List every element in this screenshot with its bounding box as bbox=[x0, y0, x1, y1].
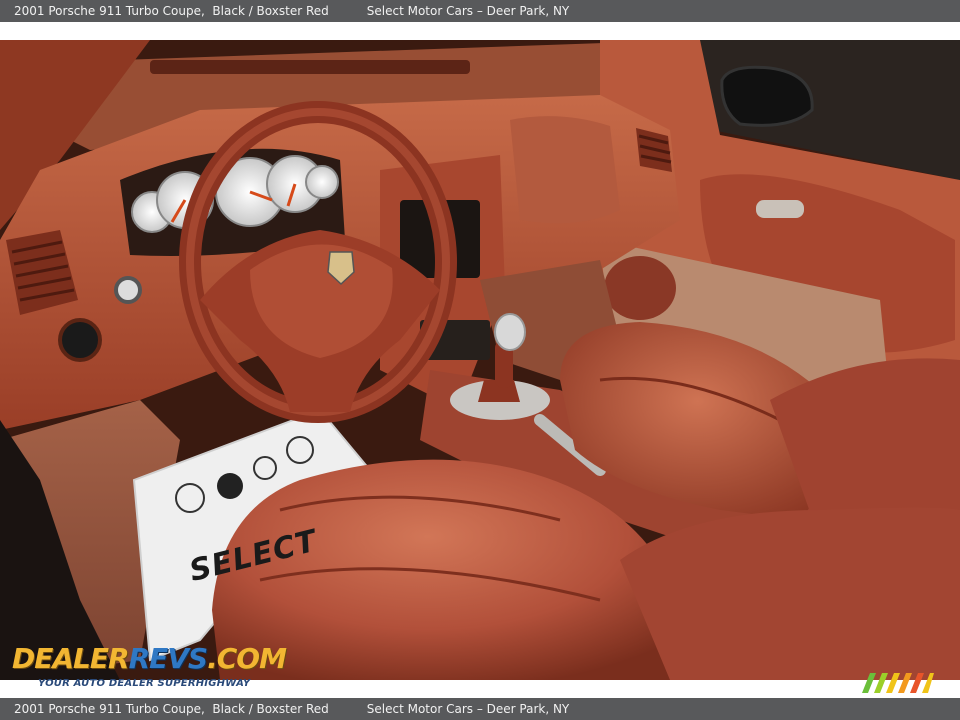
caption-vehicle: 2001 Porsche 911 Turbo Coupe, bbox=[14, 4, 205, 18]
glovebox bbox=[510, 116, 620, 224]
dealerrevs-watermark: DEALERREVS.COM YOUR AUTO DEALER SUPERHIG… bbox=[12, 640, 287, 694]
ignition-knob bbox=[114, 276, 142, 304]
headlight-knob bbox=[58, 318, 102, 362]
caption-colors: Black / Boxster Red bbox=[212, 4, 329, 18]
door-handle bbox=[756, 200, 804, 218]
caption-colors-bottom: Black / Boxster Red bbox=[212, 702, 329, 716]
stripes-logo-icon bbox=[862, 673, 934, 693]
caption-bar-bottom: 2001 Porsche 911 Turbo Coupe, Black / Bo… bbox=[0, 698, 960, 720]
interior-illustration bbox=[0, 40, 960, 680]
caption-vehicle-bottom: 2001 Porsche 911 Turbo Coupe, bbox=[14, 702, 205, 716]
caption-dealer-bottom: Select Motor Cars – Deer Park, NY bbox=[366, 702, 570, 716]
dealerrevs-tagline: YOUR AUTO DEALER SUPERHIGHWAY bbox=[38, 678, 251, 689]
defrost-vent bbox=[150, 60, 470, 74]
dealerrevs-logo: DEALERREVS.COM bbox=[12, 642, 287, 675]
caption-bar-top: 2001 Porsche 911 Turbo Coupe, Black / Bo… bbox=[0, 0, 960, 22]
caption-dealer: Select Motor Cars – Deer Park, NY bbox=[366, 4, 570, 18]
interior-photo: SELECT bbox=[0, 40, 960, 680]
door-speaker bbox=[604, 256, 676, 320]
